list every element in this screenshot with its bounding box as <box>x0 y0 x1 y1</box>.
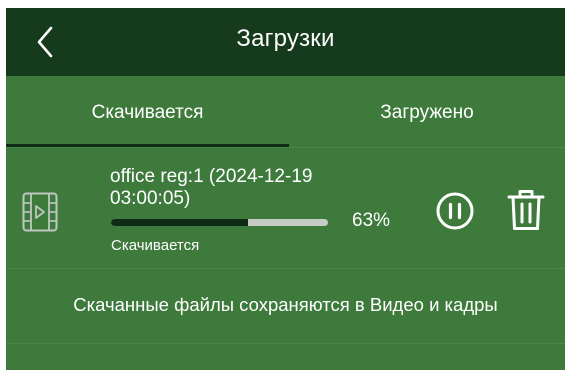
pause-icon <box>436 192 474 230</box>
download-title-line2: 03:00:05) <box>110 188 191 209</box>
video-file-icon <box>22 192 58 232</box>
progress-percent: 63% <box>352 210 391 231</box>
page-title: Загрузки <box>236 25 335 52</box>
download-item: office reg:1 (2024-12-19 03:00:05) 63% С… <box>6 148 565 268</box>
download-title: office reg:1 (2024-12-19 03:00:05) <box>110 166 370 210</box>
progress-fill <box>111 219 248 226</box>
pause-button[interactable] <box>435 191 475 231</box>
progress-bar <box>111 219 328 226</box>
divider <box>6 343 565 344</box>
download-title-line1: office reg:1 (2024-12-19 <box>110 166 313 187</box>
download-status: Скачивается <box>111 237 200 254</box>
divider <box>6 268 565 269</box>
trash-icon <box>507 190 545 230</box>
top-bar: Загрузки <box>6 8 565 76</box>
tab-downloading[interactable]: Скачивается <box>6 76 289 150</box>
tab-bar: Скачивается Загружено <box>6 76 565 150</box>
save-location-note: Скачанные файлы сохраняются в Видео и ка… <box>73 294 498 315</box>
downloads-screen: Загрузки Скачивается Загружено office re… <box>6 8 565 370</box>
delete-button[interactable] <box>506 188 546 232</box>
tab-downloaded[interactable]: Загружено <box>289 76 565 150</box>
